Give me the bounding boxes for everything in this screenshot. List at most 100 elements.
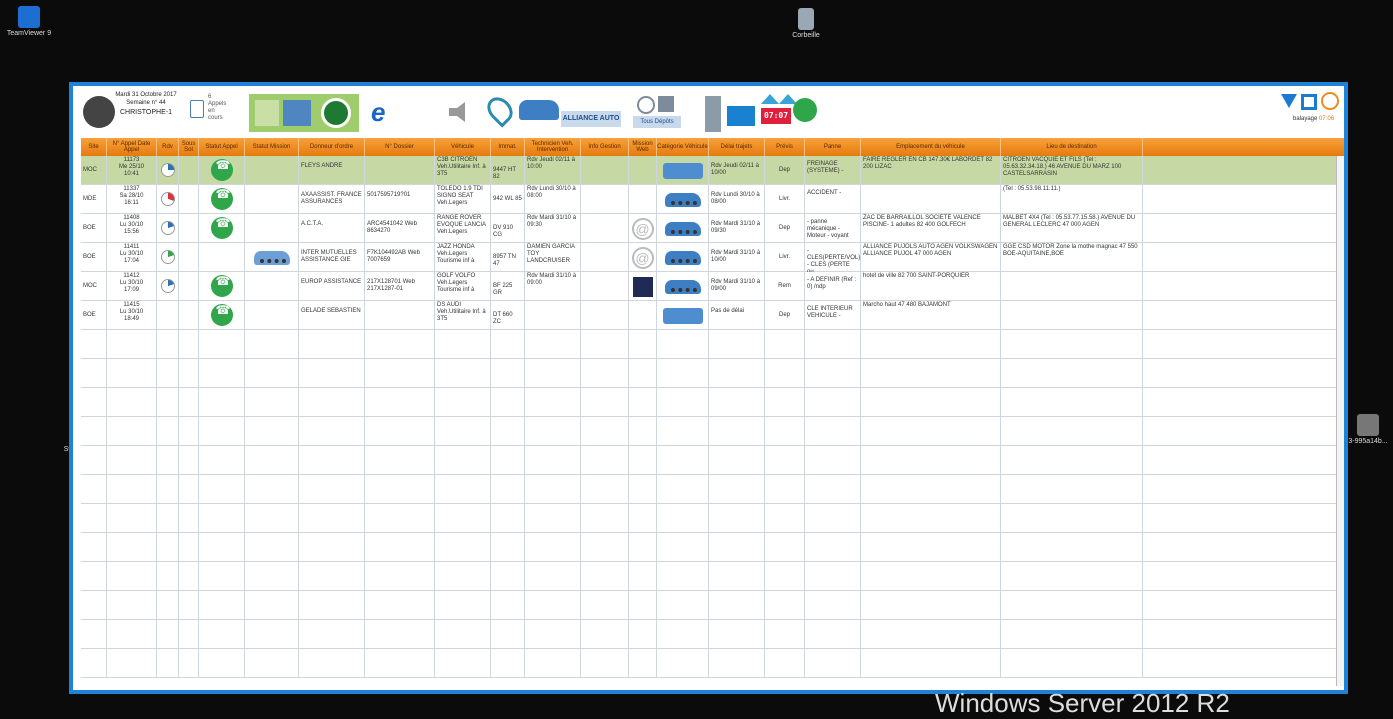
table-row[interactable] — [81, 504, 1336, 533]
table-row[interactable] — [81, 533, 1336, 562]
empty-cell — [299, 504, 365, 533]
empty-cell — [199, 533, 245, 562]
col-categorie[interactable]: Catégorie Véhicule — [657, 138, 709, 156]
col-vehicule[interactable]: Véhicule — [435, 138, 491, 156]
phone-status-icon[interactable] — [210, 217, 233, 239]
location-pin-icon[interactable] — [482, 92, 518, 128]
car-help-icon[interactable] — [519, 100, 559, 120]
technicien-cell: Rdv Mardi 31/10 à 09:30 — [525, 214, 581, 243]
table-row[interactable] — [81, 359, 1336, 388]
previs-value: Dep — [778, 225, 790, 231]
destination-cell: GGE CSD MOTOR Zone la mothe magnac 47 55… — [1001, 243, 1143, 272]
progress-pie-icon — [160, 163, 175, 177]
statut-mission-cell — [245, 243, 299, 272]
table-row[interactable] — [81, 446, 1336, 475]
dossier-value: 217X128701 Web 217X1287-01 — [367, 279, 415, 292]
dossier-value — [367, 302, 432, 308]
internet-explorer-icon[interactable]: e — [371, 99, 395, 125]
col-immat[interactable]: Immat. — [491, 138, 525, 156]
web-mission-icon: @ — [631, 218, 654, 240]
col-destination[interactable]: Lieu de destination — [1001, 138, 1143, 156]
alliance-auto-button[interactable]: ALLIANCE AUTO — [561, 111, 621, 127]
col-sous-sol[interactable]: Sous Sol — [179, 138, 199, 156]
empty-cell — [709, 533, 765, 562]
table-row[interactable]: MDE 11337Sa 28/1016:11 AXAASSIST. FRANCE A… — [81, 185, 1336, 214]
col-donneur[interactable]: Donneur d'ordre — [299, 138, 365, 156]
col-panne[interactable]: Panne — [805, 138, 861, 156]
empty-cell — [107, 533, 157, 562]
empty-cell — [157, 649, 179, 678]
table-row[interactable]: MOC 11412Lu 30/1017:09 EUROP ASSISTANCE 217… — [81, 272, 1336, 301]
col-statut-mission[interactable]: Statut Mission — [245, 138, 299, 156]
printer-icon[interactable] — [705, 96, 721, 132]
empty-cell — [581, 388, 629, 417]
file-desktop-icon[interactable]: 3-995a14b... — [1343, 414, 1393, 445]
empty-cell — [581, 591, 629, 620]
col-appel[interactable]: N° Appel Date Appel — [107, 138, 157, 156]
clock-icon[interactable] — [637, 96, 655, 114]
empty-cell — [765, 562, 805, 591]
table-row[interactable]: BOE 11415Lu 30/1018:49 GELADE SEBASTIEN DS … — [81, 301, 1336, 330]
table-row[interactable] — [81, 620, 1336, 649]
dossier-value: ARC4541042 Web 8634270 — [367, 221, 417, 234]
appel-cell: 11415 Lu 30/10 18:49 — [107, 301, 157, 330]
col-previs[interactable]: Prévis — [765, 138, 805, 156]
rdv-cell — [157, 272, 179, 301]
col-technicien[interactable]: Technicien Veh. Intervention — [525, 138, 581, 156]
phone-status-icon[interactable] — [210, 188, 233, 210]
rdv-cell — [157, 156, 179, 185]
empty-cell — [179, 359, 199, 388]
table-row[interactable] — [81, 649, 1336, 678]
collapse-icon[interactable] — [1301, 94, 1317, 110]
col-emplacement[interactable]: Emplacement du véhicule — [861, 138, 1001, 156]
phone-call-icon[interactable] — [793, 98, 817, 122]
recycle-bin-desktop-icon[interactable]: Corbeille — [781, 8, 831, 39]
col-site[interactable]: Site — [81, 138, 107, 156]
teamviewer-icon — [18, 6, 40, 28]
mission-web-cell — [629, 272, 657, 301]
document-icon[interactable] — [190, 100, 204, 118]
mail-icon[interactable] — [727, 106, 755, 126]
teamviewer-desktop-icon[interactable]: TeamViewer 9 — [4, 6, 54, 37]
empty-cell — [199, 591, 245, 620]
tow-truck-icon[interactable] — [253, 251, 290, 265]
calls-label-1: Appels — [208, 101, 227, 107]
speaker-icon[interactable] — [449, 102, 465, 122]
table-row[interactable] — [81, 475, 1336, 504]
col-delai[interactable]: Délai trajets — [709, 138, 765, 156]
phone-status-icon[interactable] — [210, 275, 233, 297]
table-row[interactable] — [81, 591, 1336, 620]
list-icon[interactable] — [255, 100, 279, 126]
empty-cell — [107, 475, 157, 504]
rdv-cell — [157, 185, 179, 214]
table-row[interactable]: BOE 11408Lu 30/1015:56 A.C.T.A. ARC4541042 … — [81, 214, 1336, 243]
table-row[interactable] — [81, 562, 1336, 591]
filter-icon[interactable] — [1281, 94, 1297, 108]
phone-status-icon[interactable] — [210, 304, 233, 326]
col-dossier[interactable]: N° Dossier — [365, 138, 435, 156]
phone-status-icon[interactable] — [210, 159, 233, 181]
map-icon[interactable] — [283, 100, 311, 126]
all-depots-button[interactable]: Tous Dépôts — [633, 116, 681, 128]
empty-cell — [581, 649, 629, 678]
empty-cell — [805, 533, 861, 562]
table-row[interactable]: BOE 11411 Lu 30/10 17:04 INTER MUTUELLES ASS… — [81, 243, 1336, 272]
empty-cell — [657, 475, 709, 504]
col-info-gestion[interactable]: Info Gestion — [581, 138, 629, 156]
table-row[interactable] — [81, 330, 1336, 359]
vertical-scrollbar[interactable] — [1336, 156, 1344, 686]
row-filler — [1143, 475, 1336, 504]
col-mission-web[interactable]: Mission Web — [629, 138, 657, 156]
stop-icon[interactable] — [321, 98, 351, 128]
table-row[interactable] — [81, 417, 1336, 446]
sort-arrows-icon[interactable] — [761, 94, 797, 104]
vehicule-value: TOLEDO 1.9 TDI SIGNO SEAT Veh.Legers — [437, 186, 483, 206]
depots-list-icon[interactable] — [658, 96, 674, 112]
table-row[interactable]: MOC 11173Me 25/1010:41 FLEYS ANDRE C3B CITR… — [81, 156, 1336, 185]
col-statut-appel[interactable]: Statut Appel — [199, 138, 245, 156]
table-row[interactable] — [81, 388, 1336, 417]
car-icon — [664, 280, 701, 294]
col-rdv[interactable]: Rdv — [157, 138, 179, 156]
timer-icon[interactable] — [1321, 92, 1339, 110]
empty-cell — [805, 359, 861, 388]
